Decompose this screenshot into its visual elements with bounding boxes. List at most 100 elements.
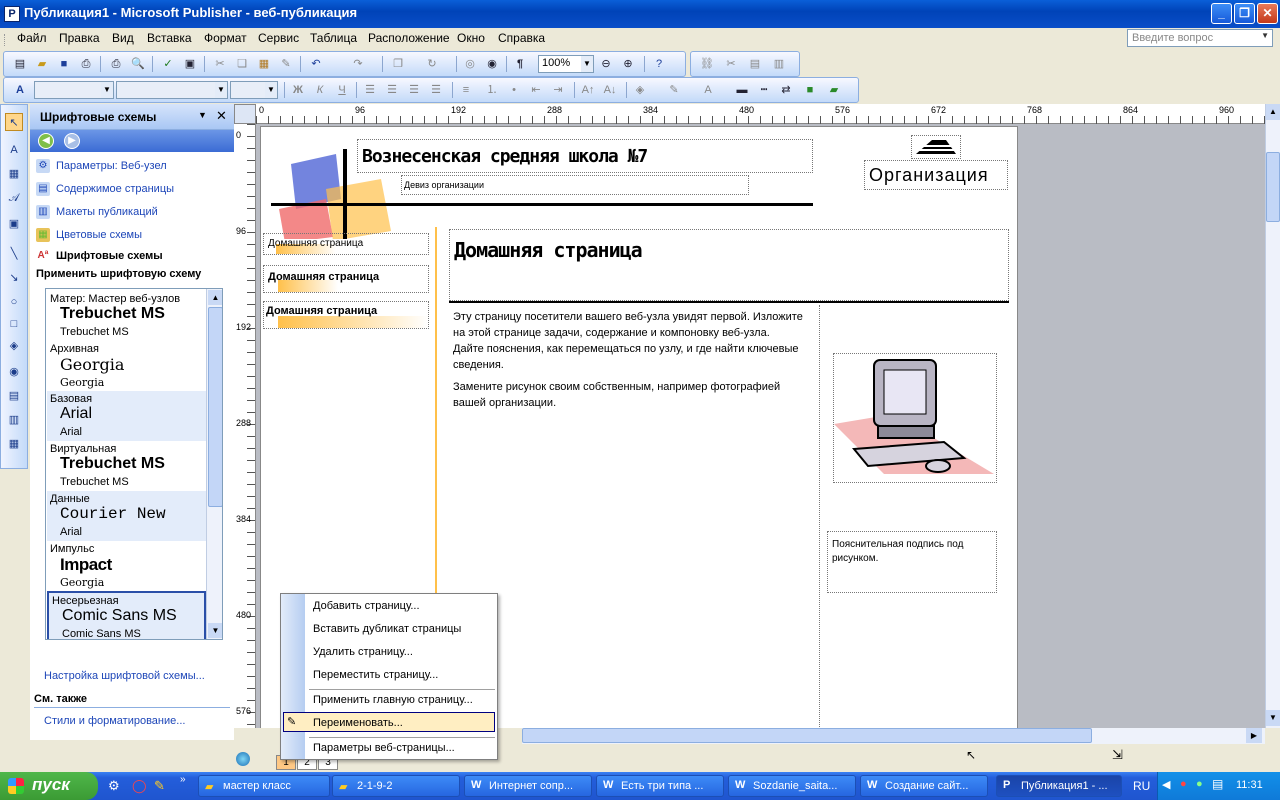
- link-page-content[interactable]: ▤ Содержимое страницы: [36, 182, 174, 196]
- dash-style-icon[interactable]: ┅: [754, 81, 774, 99]
- shrink-font-icon[interactable]: A↓: [600, 81, 620, 99]
- align-right-icon[interactable]: ☰: [404, 81, 424, 99]
- menu-view[interactable]: Вид: [112, 31, 134, 45]
- format-painter-icon[interactable]: ✎: [276, 55, 296, 73]
- language-indicator[interactable]: RU: [1133, 779, 1150, 793]
- styles-formatting-link[interactable]: Стили и форматирование...: [44, 715, 185, 727]
- scroll-up-icon[interactable]: ▲: [1266, 104, 1280, 120]
- ruler-corner[interactable]: [234, 104, 256, 124]
- taskbar-item[interactable]: W Есть три типа ...: [596, 775, 724, 797]
- style-select[interactable]: ▼: [34, 81, 114, 99]
- increase-indent-icon[interactable]: ⇥: [548, 81, 568, 99]
- tray-app-icon[interactable]: ●: [1180, 778, 1187, 790]
- oval-icon[interactable]: ○: [5, 293, 23, 311]
- menu-rename[interactable]: Переименовать...: [313, 717, 403, 729]
- rectangle-icon[interactable]: □: [5, 315, 23, 333]
- redo-icon[interactable]: ↷: [348, 55, 368, 73]
- line-style-icon[interactable]: ▬: [732, 81, 752, 99]
- motto-frame[interactable]: Девиз организации: [401, 175, 749, 195]
- select-arrow-icon[interactable]: ↖: [5, 113, 23, 131]
- cut-icon[interactable]: ✂: [210, 55, 230, 73]
- underline-button[interactable]: Ч: [332, 81, 352, 99]
- caption-frame[interactable]: Пояснительная подпись под рисунком.: [827, 531, 997, 593]
- justify-icon[interactable]: ☰: [426, 81, 446, 99]
- web-preview-icon[interactable]: ◉: [482, 55, 502, 73]
- link-font-schemes[interactable]: Aª Шрифтовые схемы: [36, 249, 163, 263]
- school-name-frame[interactable]: Вознесенская средняя школа №7: [357, 139, 813, 173]
- chevron-left-icon[interactable]: ◀: [1162, 778, 1170, 791]
- align-center-icon[interactable]: ☰: [382, 81, 402, 99]
- line-spacing-icon[interactable]: ≡: [456, 81, 476, 99]
- 3d-style-icon[interactable]: ▰: [824, 81, 844, 99]
- scroll-down-icon[interactable]: ▼: [208, 623, 222, 638]
- help-icon[interactable]: ?: [649, 55, 669, 73]
- bullets-icon[interactable]: •: [504, 81, 524, 99]
- org-logo-frame[interactable]: [911, 135, 961, 159]
- font-color-icon[interactable]: A: [698, 81, 718, 99]
- menu-insert-duplicate-page[interactable]: Вставить дубликат страницы: [313, 623, 461, 635]
- chevron-down-icon[interactable]: ▼: [101, 82, 113, 98]
- chevron-down-icon[interactable]: ▼: [215, 82, 227, 98]
- font-scheme-item[interactable]: Архивная Georgia Georgia: [47, 341, 206, 391]
- menu-help[interactable]: Справка: [498, 31, 545, 45]
- italic-button[interactable]: К: [310, 81, 330, 99]
- scroll-up-icon[interactable]: ▲: [208, 290, 222, 305]
- decrease-indent-icon[interactable]: ⇤: [526, 81, 546, 99]
- shadow-style-icon[interactable]: ■: [800, 81, 820, 99]
- taskbar-item[interactable]: W Интернет сопр...: [464, 775, 592, 797]
- new-icon[interactable]: ▤: [10, 55, 30, 73]
- align-left-icon[interactable]: ☰: [360, 81, 380, 99]
- chevron-down-icon[interactable]: ▼: [1261, 31, 1269, 40]
- numbering-icon[interactable]: ⒈: [482, 81, 502, 99]
- wordart-icon[interactable]: 𝒜: [5, 189, 23, 207]
- grow-font-icon[interactable]: A↑: [578, 81, 598, 99]
- line-color-icon[interactable]: ✎: [664, 81, 684, 99]
- paste-icon[interactable]: ▦: [254, 55, 274, 73]
- ask-question-input[interactable]: Введите вопрос ▼: [1127, 29, 1273, 47]
- nav-item[interactable]: Домашняя страница: [263, 301, 429, 329]
- link-color-schemes[interactable]: ▦ Цветовые схемы: [36, 228, 142, 242]
- link-publication-designs[interactable]: ▥ Макеты публикаций: [36, 205, 158, 219]
- menu-format[interactable]: Формат: [204, 31, 247, 45]
- menu-tools[interactable]: Сервис: [258, 31, 299, 45]
- rotate-icon[interactable]: ↻: [422, 55, 442, 73]
- save-icon[interactable]: ■: [54, 55, 74, 73]
- font-scheme-item-selected[interactable]: Несерьезная Comic Sans MS Comic Sans MS: [47, 591, 206, 639]
- scroll-right-icon[interactable]: ▶: [1246, 728, 1262, 743]
- font-size-select[interactable]: ▼: [230, 81, 278, 99]
- bring-to-front-icon[interactable]: ❐: [388, 55, 408, 73]
- print-icon[interactable]: ⎙: [106, 55, 126, 73]
- undo-icon[interactable]: ↶: [306, 55, 326, 73]
- chevron-down-icon[interactable]: ▼: [265, 82, 277, 98]
- menu-insert[interactable]: Вставка: [147, 31, 192, 45]
- arrow-icon[interactable]: ↘: [5, 269, 23, 287]
- pilcrow-icon[interactable]: ¶: [510, 55, 530, 73]
- chevron-down-icon[interactable]: ▼: [581, 56, 593, 72]
- body-text-frame[interactable]: Эту страницу посетители вашего веб-узла …: [453, 309, 803, 411]
- network-icon[interactable]: ▤: [1212, 777, 1223, 791]
- vertical-ruler[interactable]: 0 96 192 288 384 480 576: [234, 124, 256, 728]
- fill-color-icon[interactable]: ◈: [630, 81, 650, 99]
- font-scheme-item[interactable]: Импульс Impact Georgia: [47, 541, 206, 591]
- scroll-thumb[interactable]: [208, 307, 222, 507]
- zoom-select[interactable]: 100% ▼: [538, 55, 594, 73]
- table-icon[interactable]: ▦: [5, 165, 23, 183]
- autoshapes-icon[interactable]: ◈: [5, 337, 23, 355]
- vertical-scrollbar[interactable]: ▲ ▼: [1265, 104, 1280, 728]
- bold-button[interactable]: Ж: [288, 81, 308, 99]
- quicklaunch-icon[interactable]: ⚙: [108, 778, 120, 794]
- text-box-icon[interactable]: A: [5, 141, 23, 159]
- menu-add-page[interactable]: Добавить страницу...: [313, 600, 420, 612]
- menu-table[interactable]: Таблица: [310, 31, 357, 45]
- font-select[interactable]: ▼: [116, 81, 228, 99]
- organization-frame[interactable]: Организация: [864, 160, 1008, 190]
- hyperlink-icon[interactable]: ◎: [460, 55, 480, 73]
- open-icon[interactable]: ▰: [32, 55, 52, 73]
- hot-spot-icon[interactable]: ◉: [5, 363, 23, 381]
- html-icon[interactable]: ▥: [769, 55, 789, 73]
- maximize-button[interactable]: ❐: [1234, 3, 1255, 24]
- nav-item[interactable]: Домашняя страница: [263, 233, 429, 255]
- close-icon[interactable]: ✕: [216, 108, 227, 124]
- chevron-right-icon[interactable]: »: [180, 774, 186, 785]
- menu-window[interactable]: Окно: [457, 31, 485, 45]
